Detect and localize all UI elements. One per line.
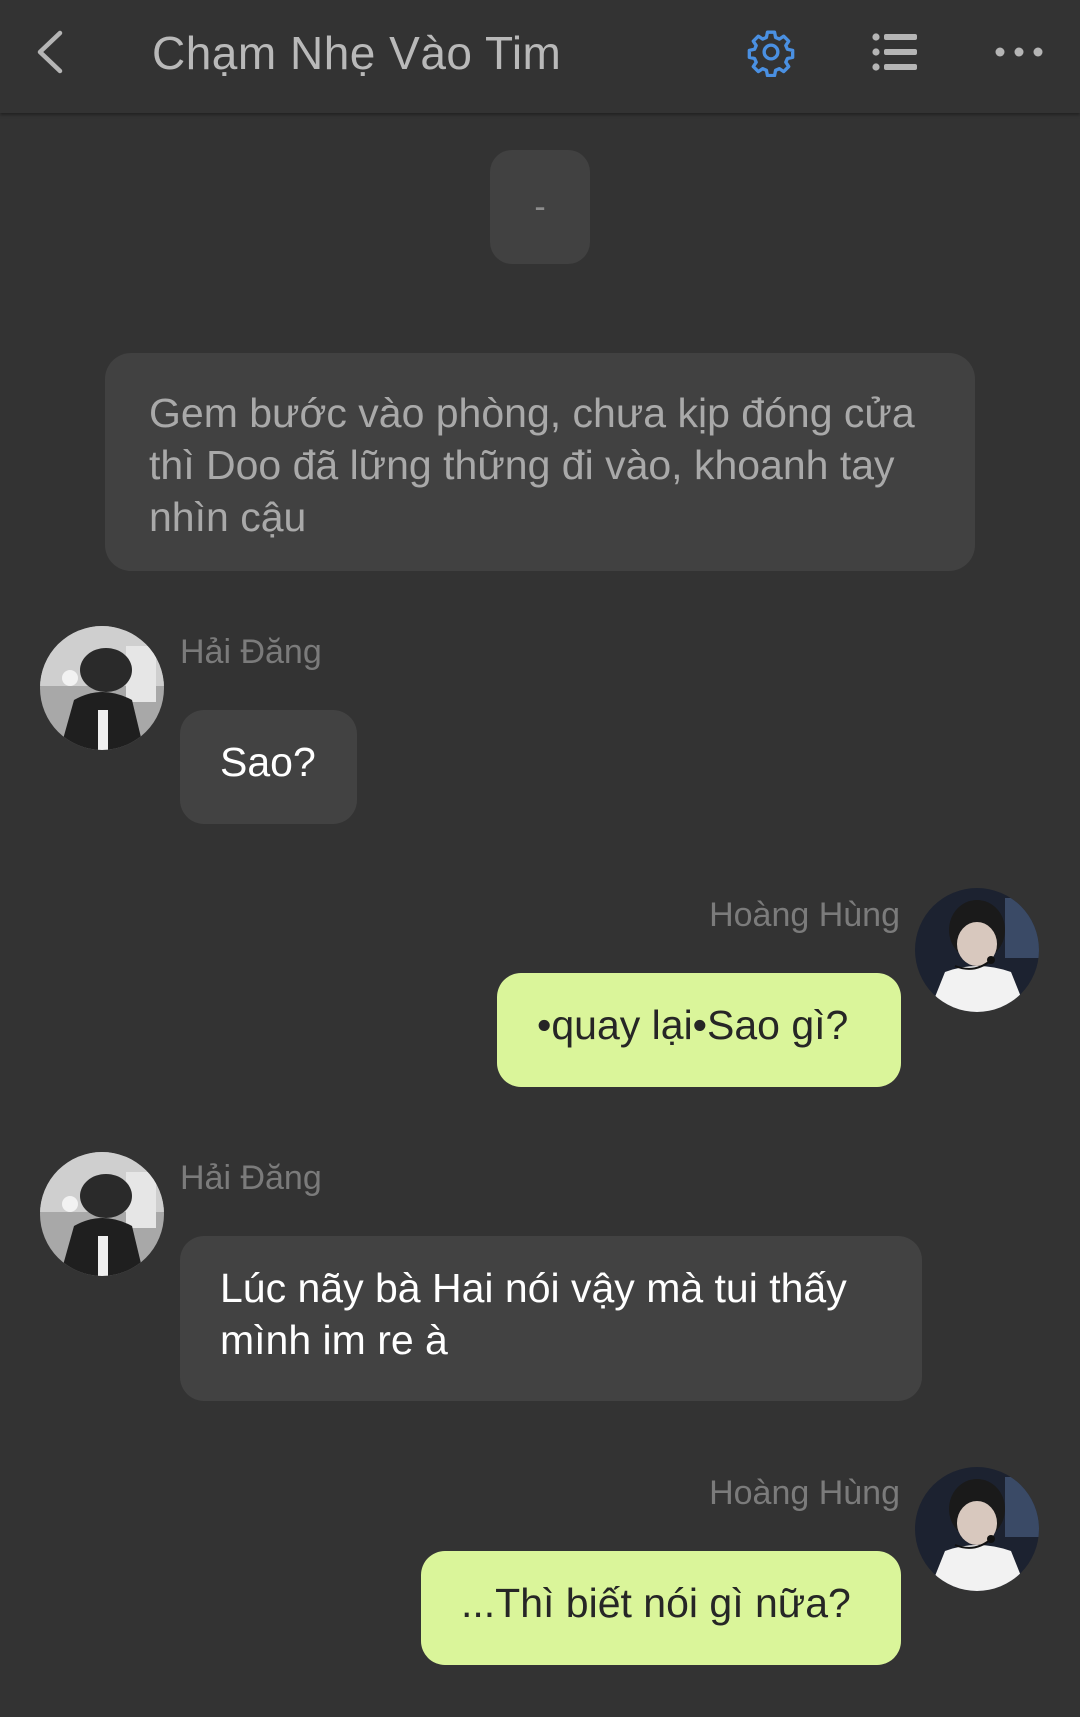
message-bubble-left: Sao? [180, 710, 357, 824]
narration-bubble-small: - [490, 150, 590, 264]
list-button[interactable] [862, 22, 928, 82]
sender-name: Hải Đăng [180, 1159, 322, 1197]
sender-name: Hoàng Hùng [709, 1474, 900, 1512]
back-button[interactable] [20, 22, 80, 82]
chevron-left-icon [37, 30, 63, 74]
avatar-photo-icon [40, 626, 164, 750]
page-title: Chạm Nhẹ Vào Tim [152, 27, 562, 79]
avatar-hoang-hung[interactable] [915, 888, 1039, 1012]
more-horizontal-icon [995, 47, 1043, 57]
narration-bubble: Gem bước vào phòng, chưa kịp đóng cửa th… [105, 353, 975, 571]
avatar-hai-dang[interactable] [40, 626, 164, 750]
message-bubble-right: •quay lại•Sao gì? [497, 973, 901, 1087]
sender-name: Hải Đăng [180, 633, 322, 671]
gear-icon [747, 30, 795, 77]
sender-name: Hoàng Hùng [709, 896, 900, 934]
avatar-hoang-hung[interactable] [915, 1467, 1039, 1591]
avatar-photo-icon [40, 1152, 164, 1276]
list-icon [872, 33, 917, 71]
avatar-photo-icon [915, 1467, 1039, 1591]
settings-button[interactable] [738, 22, 804, 82]
message-bubble-left: Lúc nãy bà Hai nói vậy mà tui thấy mình … [180, 1236, 922, 1401]
more-button[interactable] [986, 22, 1052, 82]
message-bubble-right: ...Thì biết nói gì nữa? [421, 1551, 901, 1665]
avatar-hai-dang[interactable] [40, 1152, 164, 1276]
avatar-photo-icon [915, 888, 1039, 1012]
top-bar: Chạm Nhẹ Vào Tim [0, 0, 1080, 113]
